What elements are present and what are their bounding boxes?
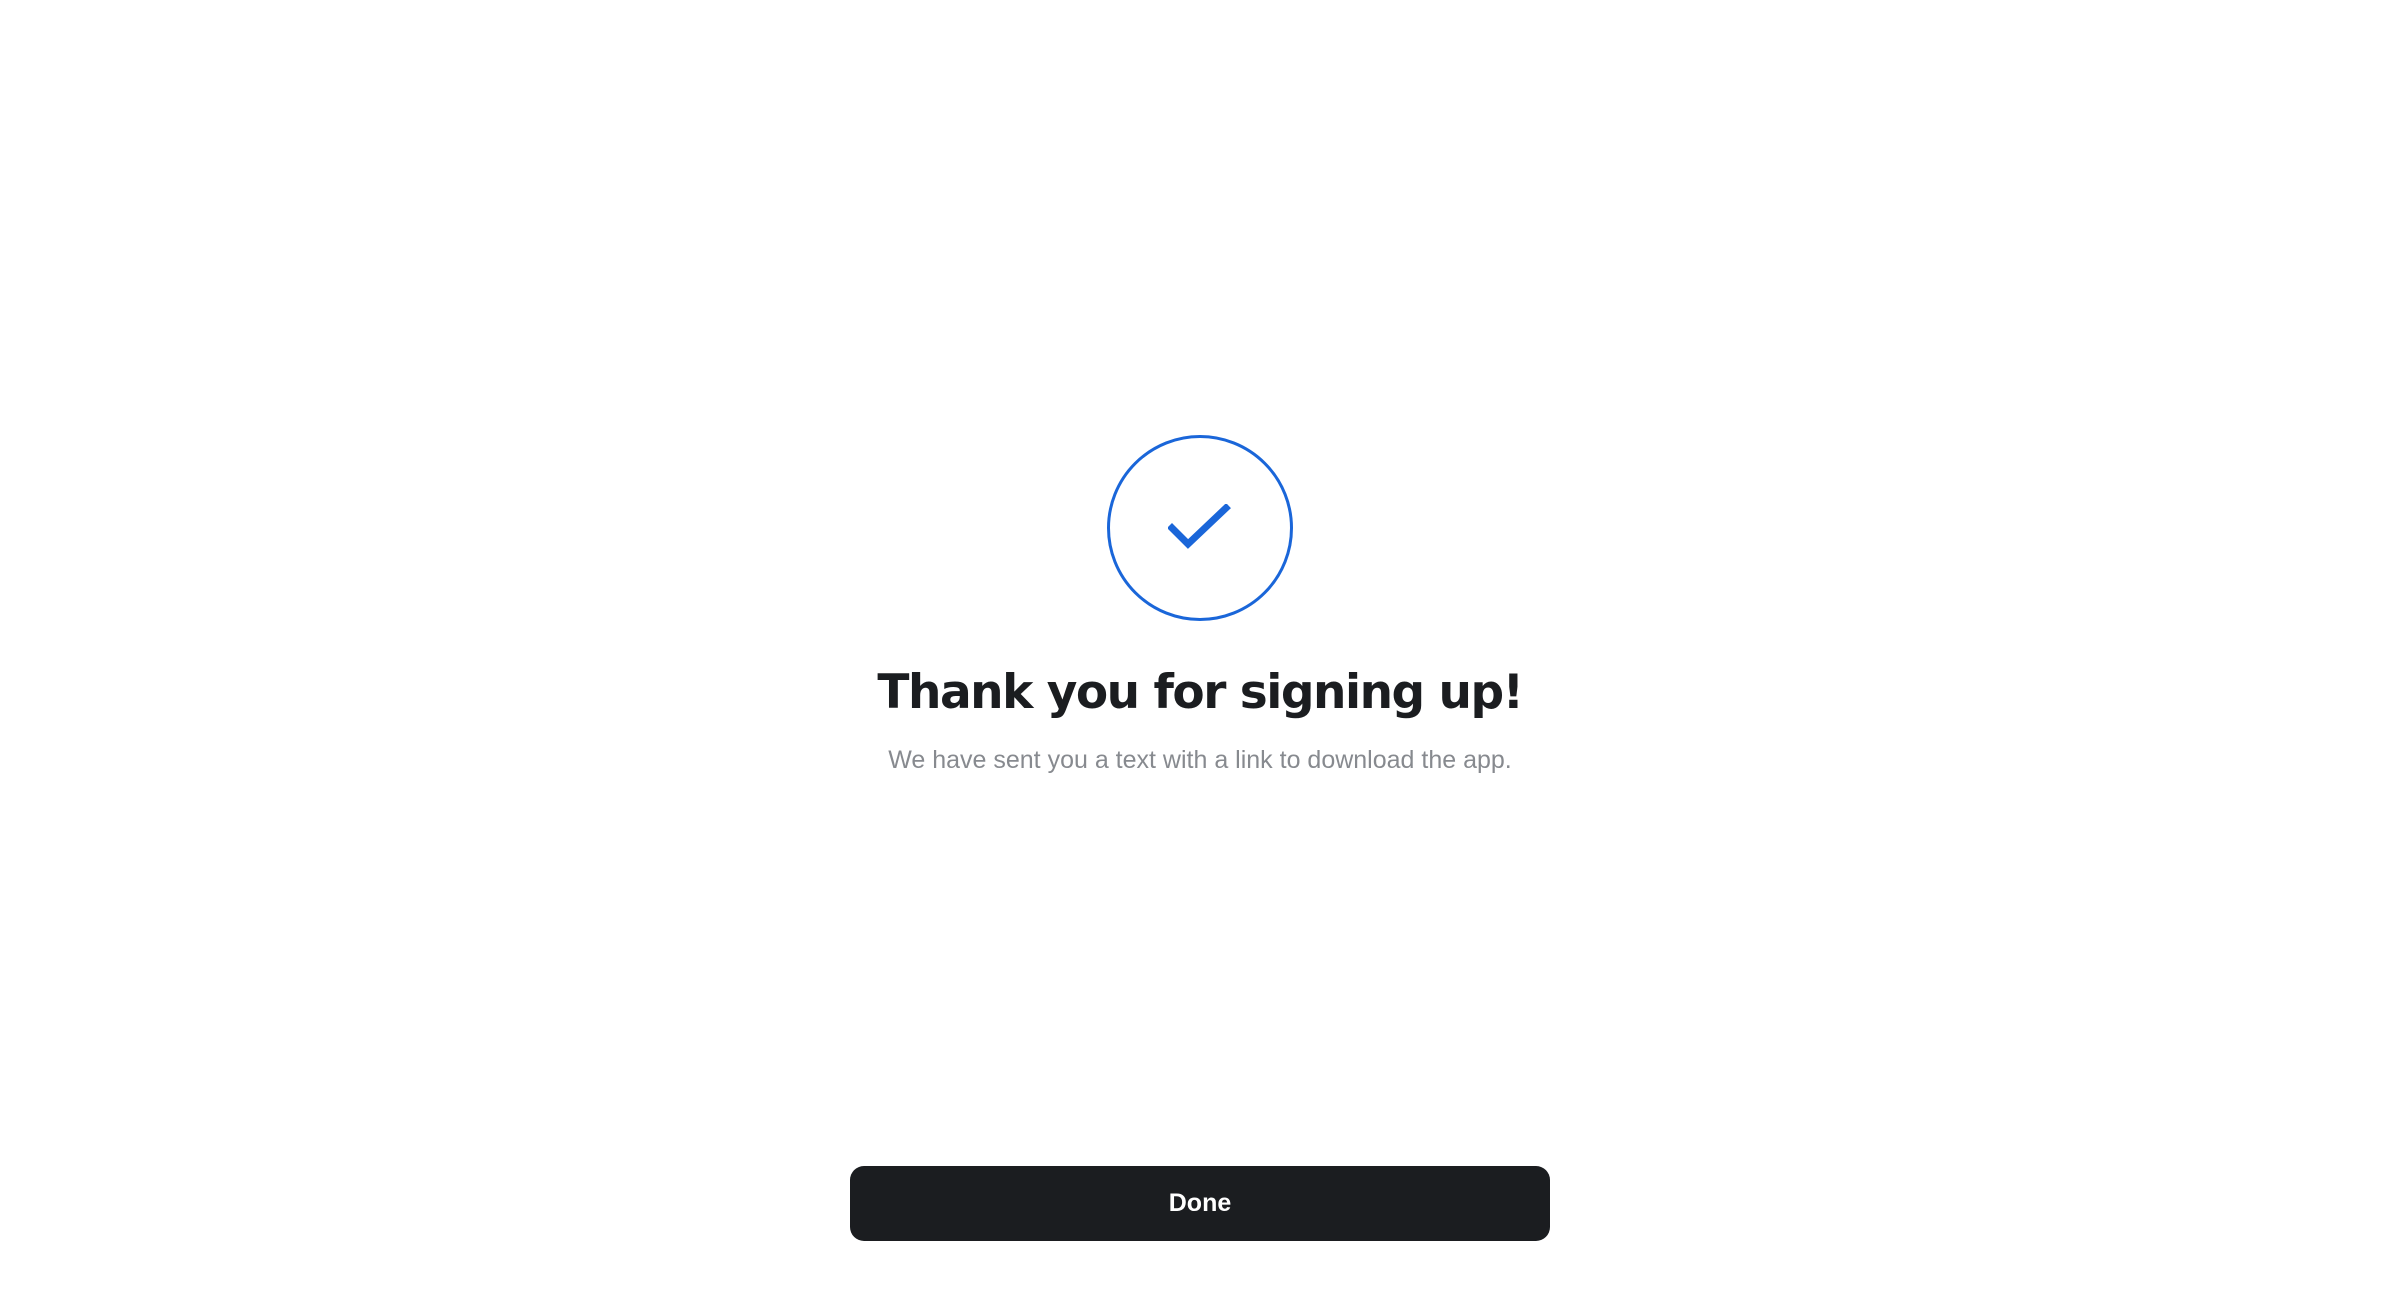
done-button[interactable]: Done <box>850 1166 1550 1241</box>
confirmation-message: We have sent you a text with a link to d… <box>888 746 1512 774</box>
page-title: Thank you for signing up! <box>877 665 1524 720</box>
checkmark-icon <box>1168 504 1231 549</box>
success-badge <box>1107 435 1293 621</box>
signup-confirmation-screen: Thank you for signing up! We have sent y… <box>0 0 2400 1290</box>
